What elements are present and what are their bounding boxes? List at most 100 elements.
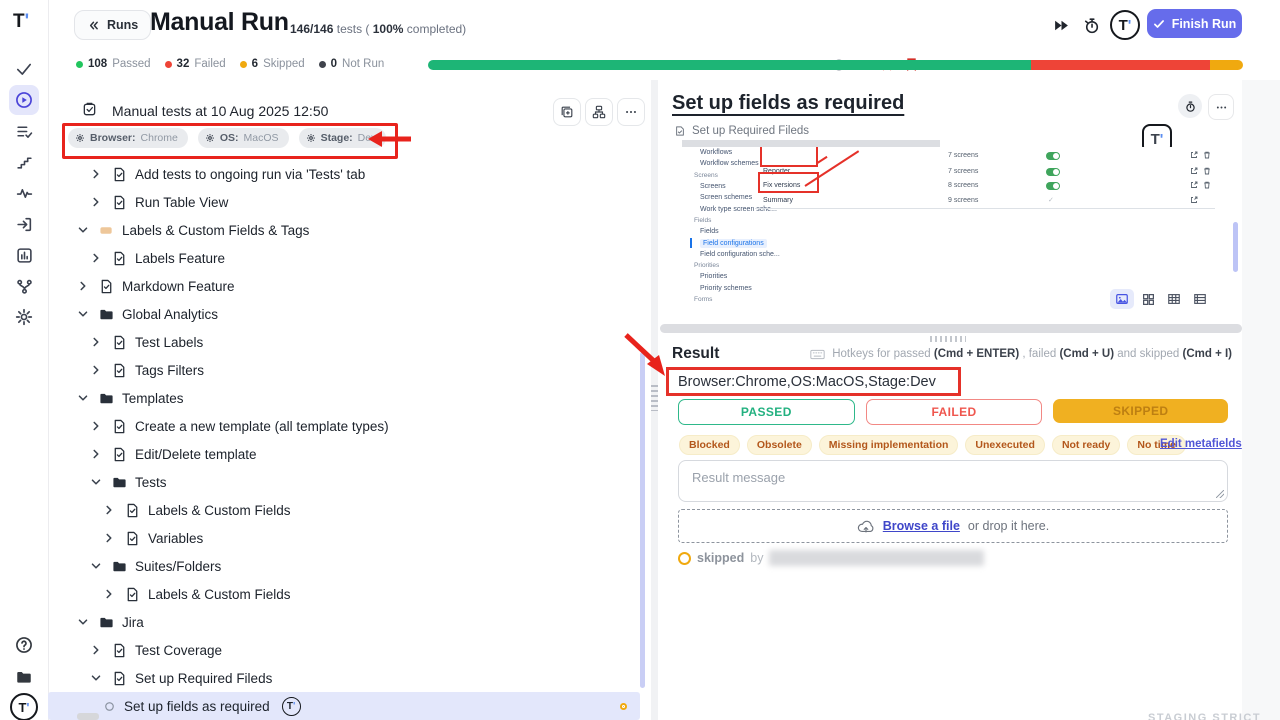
finish-run-button[interactable]: Finish Run bbox=[1147, 9, 1242, 38]
chevron-right-icon[interactable] bbox=[89, 251, 103, 265]
toggle-on-icon[interactable] bbox=[1046, 168, 1060, 176]
section-drag-handle[interactable] bbox=[930, 336, 966, 342]
metafield-chip[interactable]: Missing implementation bbox=[819, 435, 959, 455]
tree-item[interactable]: Markdown Feature bbox=[48, 272, 640, 300]
chevron-right-icon[interactable] bbox=[76, 279, 90, 293]
tree-item[interactable]: Suites/Folders bbox=[48, 552, 640, 580]
chevron-right-icon[interactable] bbox=[89, 447, 103, 461]
tree-view-button[interactable] bbox=[585, 98, 613, 126]
tree-item[interactable]: Edit/Delete template bbox=[48, 440, 640, 468]
environment-value-annotated[interactable]: Browser:Chrome,OS:MacOS,Stage:Dev bbox=[666, 367, 961, 396]
branch-icon[interactable] bbox=[9, 271, 39, 301]
suite-breadcrumb[interactable]: Set up Required Fileds bbox=[674, 125, 809, 137]
tree-item[interactable]: Test Coverage bbox=[48, 636, 640, 664]
edit-icon[interactable] bbox=[1190, 196, 1198, 204]
edit-icon[interactable] bbox=[1190, 181, 1198, 189]
metafield-chip[interactable]: Obsolete bbox=[747, 435, 812, 455]
viewer-bottom-scrollbar[interactable] bbox=[660, 324, 1242, 333]
chevron-down-icon[interactable] bbox=[89, 671, 103, 685]
copy-run-button[interactable] bbox=[553, 98, 581, 126]
header-avatar[interactable]: T' bbox=[1110, 10, 1140, 40]
chevron-down-icon[interactable] bbox=[76, 223, 90, 237]
tree-item[interactable]: Labels & Custom Fields bbox=[48, 580, 640, 608]
tree-item[interactable]: Tests bbox=[48, 468, 640, 496]
back-to-runs-button[interactable]: Runs bbox=[74, 10, 151, 40]
tree-item[interactable]: Jira bbox=[48, 608, 640, 636]
image-view-button[interactable] bbox=[1110, 289, 1134, 309]
tree-item[interactable]: Global Analytics bbox=[48, 300, 640, 328]
attachment-screenshot[interactable]: WorkflowsWorkflow schemesScreensScreensS… bbox=[660, 147, 1242, 320]
timer-icon[interactable] bbox=[1080, 14, 1102, 36]
viewer-scrollbar[interactable] bbox=[1233, 222, 1238, 272]
browse-file-link[interactable]: Browse a file bbox=[883, 519, 960, 533]
failed-button[interactable]: FAILED bbox=[866, 399, 1043, 425]
result-message-textarea[interactable]: Result message bbox=[678, 460, 1228, 502]
chevron-down-icon[interactable] bbox=[76, 615, 90, 629]
metafield-chip[interactable]: Not ready bbox=[1052, 435, 1120, 455]
table-view-button[interactable] bbox=[1162, 289, 1186, 309]
tree-item[interactable]: Variables bbox=[48, 524, 640, 552]
import-icon[interactable] bbox=[9, 209, 39, 239]
chevron-right-icon[interactable] bbox=[89, 363, 103, 377]
tree-item[interactable]: Labels & Custom Fields & Tags bbox=[48, 216, 640, 244]
divider-grip[interactable] bbox=[651, 385, 658, 411]
tree-item[interactable]: Add tests to ongoing run via 'Tests' tab bbox=[48, 160, 640, 188]
fast-forward-icon[interactable] bbox=[1050, 14, 1072, 36]
chevron-right-icon[interactable] bbox=[89, 167, 103, 181]
chevron-right-icon[interactable] bbox=[102, 531, 116, 545]
tree-item[interactable]: Templates bbox=[48, 384, 640, 412]
file-dropzone[interactable]: Browse a file or drop it here. bbox=[678, 509, 1228, 543]
trash-icon[interactable] bbox=[1203, 151, 1211, 159]
pulse-icon[interactable] bbox=[9, 178, 39, 208]
tree-item[interactable]: Labels & Custom Fields bbox=[48, 496, 640, 524]
chevron-right-icon[interactable] bbox=[89, 643, 103, 657]
edit-icon[interactable] bbox=[1190, 167, 1198, 175]
list-check-icon[interactable] bbox=[9, 116, 39, 146]
resize-grip-icon[interactable] bbox=[1216, 490, 1224, 498]
edit-icon[interactable] bbox=[1190, 151, 1198, 159]
tree-item[interactable]: Tags Filters bbox=[48, 356, 640, 384]
metafield-chip[interactable]: Blocked bbox=[679, 435, 740, 455]
check-icon[interactable] bbox=[9, 54, 39, 84]
edit-metafields-link[interactable]: Edit metafields bbox=[1160, 438, 1242, 450]
chevron-down-icon[interactable] bbox=[76, 391, 90, 405]
chevron-down-icon[interactable] bbox=[89, 475, 103, 489]
play-icon[interactable] bbox=[9, 85, 39, 115]
chevron-right-icon[interactable] bbox=[89, 419, 103, 433]
tree-item[interactable]: Create a new template (all template type… bbox=[48, 412, 640, 440]
chevron-right-icon[interactable] bbox=[102, 503, 116, 517]
trash-icon[interactable] bbox=[1203, 167, 1211, 175]
projects-icon[interactable] bbox=[9, 662, 39, 692]
panel-divider[interactable] bbox=[651, 80, 658, 720]
tree-item[interactable]: Labels Feature bbox=[48, 244, 640, 272]
run-name[interactable]: Manual tests at 10 Aug 2025 12:50 bbox=[112, 103, 328, 119]
toggle-on-icon[interactable] bbox=[1046, 152, 1060, 160]
help-icon[interactable] bbox=[9, 630, 39, 660]
timer-button[interactable] bbox=[1178, 94, 1202, 118]
rows-view-button[interactable] bbox=[1188, 289, 1212, 309]
toggle-on-icon[interactable] bbox=[1046, 182, 1060, 190]
passed-button[interactable]: PASSED bbox=[678, 399, 855, 425]
app-logo[interactable]: T' bbox=[13, 11, 29, 33]
skipped-button[interactable]: SKIPPED bbox=[1053, 399, 1228, 423]
tree-item[interactable]: Set up Required Fileds bbox=[48, 664, 640, 692]
grid-view-button[interactable] bbox=[1136, 289, 1160, 309]
gear-icon[interactable] bbox=[9, 302, 39, 332]
stairs-icon[interactable] bbox=[9, 147, 39, 177]
tree-item[interactable]: Test Labels bbox=[48, 328, 640, 356]
tree-item[interactable]: Set up fields as requiredT' bbox=[48, 692, 640, 720]
test-more-options-button[interactable] bbox=[1208, 94, 1234, 120]
user-avatar[interactable]: T' bbox=[9, 692, 39, 720]
more-options-button[interactable] bbox=[617, 98, 645, 126]
chart-icon[interactable] bbox=[9, 240, 39, 270]
chevron-down-icon[interactable] bbox=[89, 559, 103, 573]
metafield-chip[interactable]: Unexecuted bbox=[965, 435, 1045, 455]
chevron-right-icon[interactable] bbox=[102, 587, 116, 601]
chevron-right-icon[interactable] bbox=[89, 335, 103, 349]
left-panel-scrollbar[interactable] bbox=[640, 352, 645, 688]
chevron-down-icon[interactable] bbox=[76, 307, 90, 321]
trash-icon[interactable] bbox=[1203, 181, 1211, 189]
test-title[interactable]: Set up fields as required bbox=[672, 92, 904, 115]
chevron-right-icon[interactable] bbox=[89, 195, 103, 209]
tree-item[interactable]: Run Table View bbox=[48, 188, 640, 216]
